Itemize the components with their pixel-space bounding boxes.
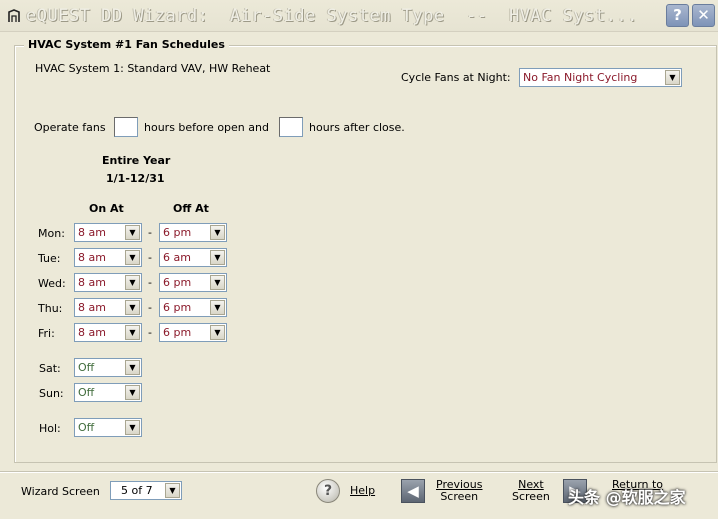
tue-on-select[interactable]: 8 am ▼	[74, 248, 142, 267]
thu-off-select[interactable]: 6 pm ▼	[159, 298, 227, 317]
chevron-down-icon[interactable]: ▼	[125, 420, 140, 435]
wizard-screen-select[interactable]: 5 of 7 ▼	[110, 481, 182, 500]
day-label-hol: Hol:	[39, 422, 61, 435]
thu-on-value: 8 am	[78, 301, 106, 314]
fri-on-select[interactable]: 8 am ▼	[74, 323, 142, 342]
help-button[interactable]: Help	[350, 485, 375, 497]
period-title: Entire Year	[102, 154, 171, 167]
system-label: HVAC System 1: Standard VAV, HW Reheat	[35, 62, 271, 75]
sat-value: Off	[78, 361, 95, 374]
off-at-header: Off At	[173, 202, 209, 215]
chevron-down-icon[interactable]: ▼	[125, 325, 140, 340]
app-icon	[8, 9, 20, 22]
hours-after-label: hours after close.	[309, 121, 405, 134]
chevron-down-icon[interactable]: ▼	[210, 250, 225, 265]
day-label-thu: Thu:	[38, 302, 63, 315]
thu-off-value: 6 pm	[163, 301, 192, 314]
cycle-fans-label: Cycle Fans at Night:	[401, 71, 511, 84]
group-legend: HVAC System #1 Fan Schedules	[24, 38, 229, 51]
dash: -	[148, 301, 152, 314]
chevron-down-icon[interactable]: ▼	[210, 225, 225, 240]
fri-off-select[interactable]: 6 pm ▼	[159, 323, 227, 342]
chevron-down-icon[interactable]: ▼	[125, 225, 140, 240]
arrow-left-icon[interactable]: ◀	[401, 479, 425, 503]
hours-before-label: hours before open and	[144, 121, 269, 134]
cycle-fans-value: No Fan Night Cycling	[523, 71, 638, 84]
next-label-line2: Screen	[512, 490, 550, 503]
period-range: 1/1-12/31	[106, 172, 165, 185]
day-label-sun: Sun:	[39, 387, 64, 400]
operate-fans-label: Operate fans	[34, 121, 106, 134]
chevron-down-icon[interactable]: ▼	[125, 385, 140, 400]
chevron-down-icon[interactable]: ▼	[165, 483, 180, 498]
chevron-down-icon[interactable]: ▼	[210, 275, 225, 290]
cycle-fans-select[interactable]: No Fan Night Cycling ▼	[519, 68, 682, 87]
help-label: Help	[350, 484, 376, 497]
hours-before-open-input[interactable]	[114, 117, 138, 137]
fri-on-value: 8 am	[78, 326, 106, 339]
wed-off-select[interactable]: 6 pm ▼	[159, 273, 227, 292]
mon-off-value: 6 pm	[163, 226, 192, 239]
wizard-screen-value: 5 of 7	[121, 484, 153, 497]
wed-on-value: 8 am	[78, 276, 106, 289]
wed-on-select[interactable]: 8 am ▼	[74, 273, 142, 292]
day-label-tue: Tue:	[38, 252, 61, 265]
sun-select[interactable]: Off ▼	[74, 383, 142, 402]
day-label-mon: Mon:	[38, 227, 65, 240]
previous-screen-button[interactable]: Previous Screen	[436, 479, 483, 503]
previous-label-line2: Screen	[440, 490, 479, 503]
mon-off-select[interactable]: 6 pm ▼	[159, 223, 227, 242]
hol-value: Off	[78, 421, 95, 434]
help-title-button[interactable]: ?	[666, 4, 689, 27]
tue-on-value: 8 am	[78, 251, 106, 264]
chevron-down-icon[interactable]: ▼	[125, 300, 140, 315]
tue-off-select[interactable]: 6 am ▼	[159, 248, 227, 267]
thu-on-select[interactable]: 8 am ▼	[74, 298, 142, 317]
title-bar: eQUEST DD Wizard: Air-Side System Type -…	[0, 0, 718, 32]
chevron-down-icon[interactable]: ▼	[665, 70, 680, 85]
chevron-down-icon[interactable]: ▼	[125, 275, 140, 290]
tue-off-value: 6 am	[163, 251, 191, 264]
hol-select[interactable]: Off ▼	[74, 418, 142, 437]
next-screen-button[interactable]: Next Screen	[512, 479, 550, 503]
day-label-fri: Fri:	[38, 327, 55, 340]
wizard-screen-label: Wizard Screen	[21, 485, 100, 498]
wed-off-value: 6 pm	[163, 276, 192, 289]
sat-select[interactable]: Off ▼	[74, 358, 142, 377]
dash: -	[148, 226, 152, 239]
dash: -	[148, 276, 152, 289]
dash: -	[148, 326, 152, 339]
mon-on-select[interactable]: 8 am ▼	[74, 223, 142, 242]
hours-after-close-input[interactable]	[279, 117, 303, 137]
day-label-wed: Wed:	[38, 277, 66, 290]
watermark: 头条 @软服之家	[568, 488, 686, 507]
footer-separator	[0, 471, 718, 473]
close-button[interactable]: ✕	[692, 4, 715, 27]
on-at-header: On At	[89, 202, 124, 215]
chevron-down-icon[interactable]: ▼	[210, 300, 225, 315]
chevron-down-icon[interactable]: ▼	[125, 250, 140, 265]
window-title: eQUEST DD Wizard: Air-Side System Type -…	[26, 6, 638, 26]
chevron-down-icon[interactable]: ▼	[210, 325, 225, 340]
day-label-sat: Sat:	[39, 362, 61, 375]
dash: -	[148, 251, 152, 264]
help-icon[interactable]: ?	[316, 479, 340, 503]
fri-off-value: 6 pm	[163, 326, 192, 339]
chevron-down-icon[interactable]: ▼	[125, 360, 140, 375]
mon-on-value: 8 am	[78, 226, 106, 239]
sun-value: Off	[78, 386, 95, 399]
